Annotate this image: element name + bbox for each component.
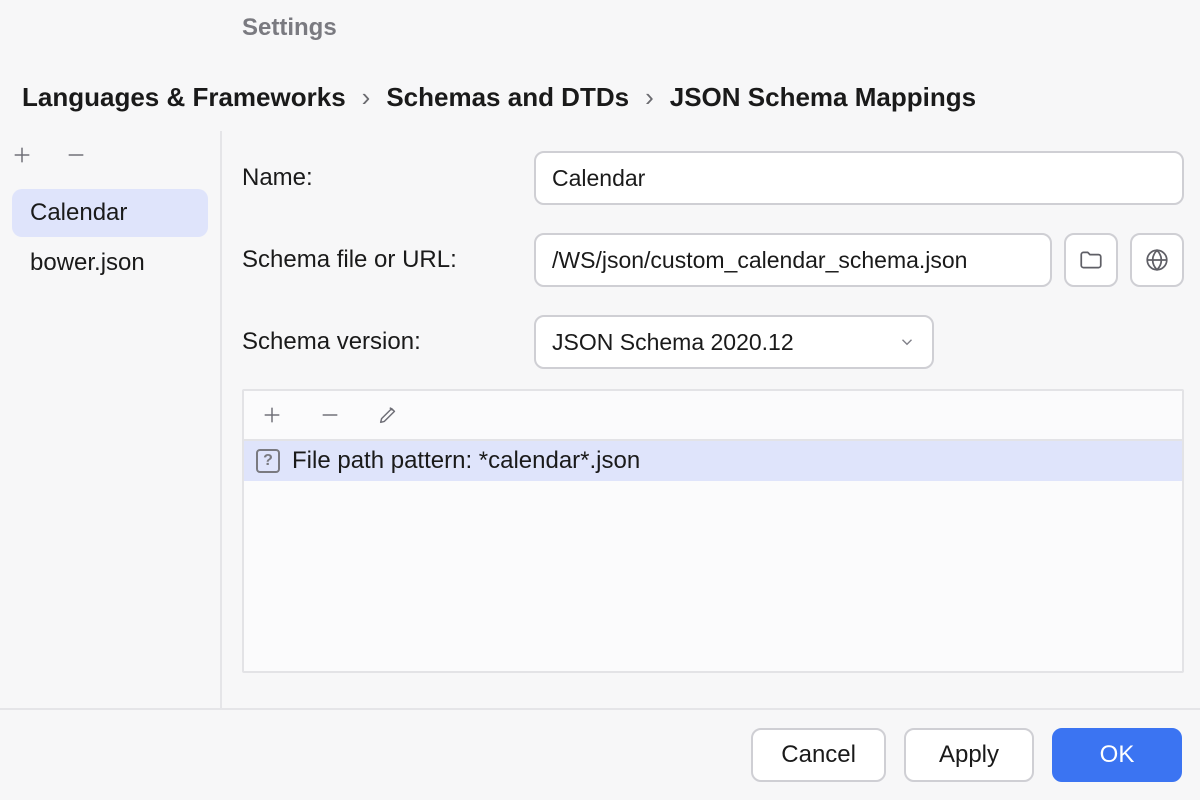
remove-mapping-button[interactable] — [60, 139, 92, 171]
pattern-label: File path pattern: *calendar*.json — [292, 447, 640, 475]
schema-url-label: Schema file or URL: — [242, 246, 534, 274]
schema-url-input[interactable] — [534, 233, 1052, 287]
mapping-list: Calendar bower.json — [0, 181, 220, 708]
apply-button-label: Apply — [939, 741, 999, 769]
pencil-icon — [377, 404, 399, 426]
schema-version-select[interactable]: JSON Schema 2020.12 — [534, 315, 934, 369]
browse-url-button[interactable] — [1130, 233, 1184, 287]
chevron-right-icon: › — [645, 82, 654, 113]
name-input[interactable] — [534, 151, 1184, 205]
add-pattern-button[interactable] — [256, 399, 288, 431]
select-value: JSON Schema 2020.12 — [552, 329, 794, 356]
main-panel: Name: Schema file or URL: — [222, 131, 1200, 708]
sidebar-item-calendar[interactable]: Calendar — [12, 189, 208, 237]
remove-pattern-button[interactable] — [314, 399, 346, 431]
sidebar-item-label: bower.json — [30, 249, 145, 276]
breadcrumb: Languages & Frameworks › Schemas and DTD… — [0, 42, 1200, 131]
chevron-right-icon: › — [362, 82, 371, 113]
edit-pattern-button[interactable] — [372, 399, 404, 431]
apply-button[interactable]: Apply — [904, 728, 1034, 782]
folder-icon — [1078, 247, 1104, 273]
dialog-footer: Cancel Apply OK — [0, 708, 1200, 800]
header: Settings — [0, 0, 1200, 42]
minus-icon — [319, 404, 341, 426]
plus-icon — [11, 144, 33, 166]
ok-button-label: OK — [1100, 741, 1135, 769]
settings-dialog: Settings Languages & Frameworks › Schema… — [0, 0, 1200, 800]
patterns-toolbar — [244, 391, 1182, 441]
form: Name: Schema file or URL: — [222, 131, 1200, 673]
cancel-button-label: Cancel — [781, 741, 856, 769]
page-title: Settings — [242, 14, 1200, 42]
content: Calendar bower.json Name: Schema file or… — [0, 131, 1200, 708]
ok-button[interactable]: OK — [1052, 728, 1182, 782]
sidebar-toolbar — [0, 131, 220, 181]
patterns-panel: ? File path pattern: *calendar*.json — [242, 389, 1184, 673]
schema-version-label: Schema version: — [242, 328, 534, 356]
browse-file-button[interactable] — [1064, 233, 1118, 287]
name-row: Name: — [242, 151, 1184, 205]
minus-icon — [65, 144, 87, 166]
schema-url-row: Schema file or URL: — [242, 233, 1184, 287]
chevron-down-icon — [898, 333, 916, 351]
breadcrumb-item[interactable]: Languages & Frameworks — [22, 82, 346, 113]
cancel-button[interactable]: Cancel — [751, 728, 886, 782]
pattern-row[interactable]: ? File path pattern: *calendar*.json — [244, 441, 1182, 481]
add-mapping-button[interactable] — [6, 139, 38, 171]
globe-icon — [1144, 247, 1170, 273]
name-label: Name: — [242, 164, 534, 192]
sidebar: Calendar bower.json — [0, 131, 222, 708]
plus-icon — [261, 404, 283, 426]
sidebar-item-bowerjson[interactable]: bower.json — [12, 239, 208, 287]
schema-version-row: Schema version: JSON Schema 2020.12 — [242, 315, 1184, 369]
breadcrumb-item[interactable]: JSON Schema Mappings — [670, 82, 976, 113]
question-icon: ? — [256, 449, 280, 473]
sidebar-item-label: Calendar — [30, 199, 127, 226]
breadcrumb-item[interactable]: Schemas and DTDs — [386, 82, 629, 113]
